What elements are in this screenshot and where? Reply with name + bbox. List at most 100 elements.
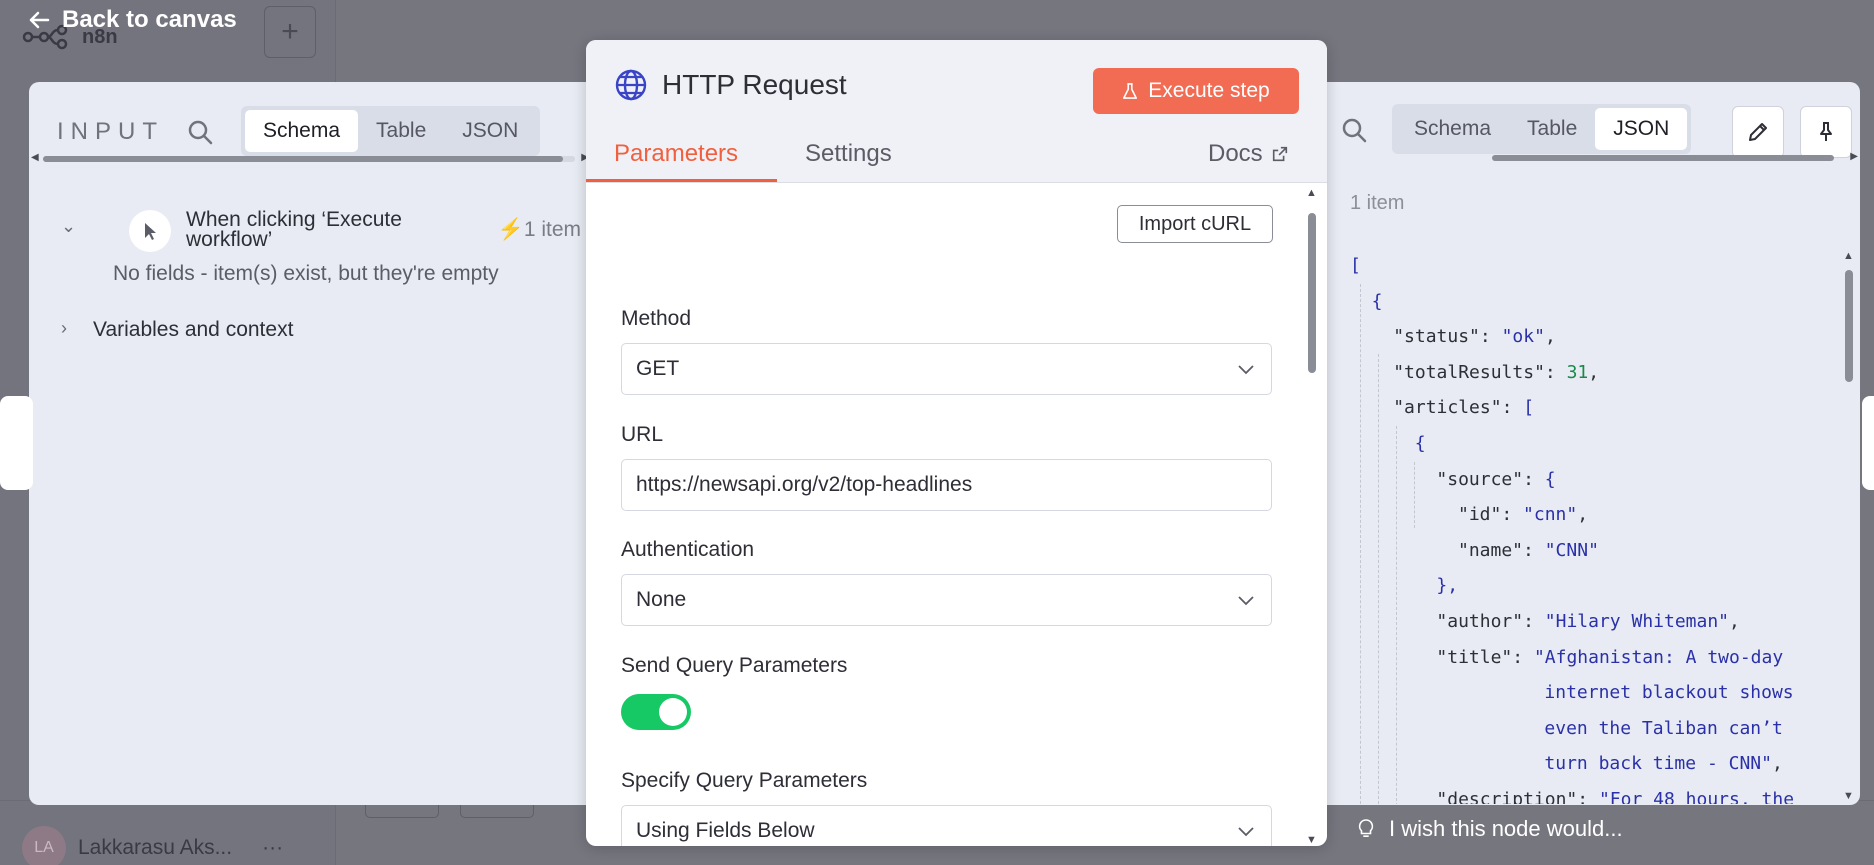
chevron-right-icon: › bbox=[61, 318, 67, 338]
json-string: "Hilary Whiteman" bbox=[1544, 610, 1730, 632]
method-label: Method bbox=[621, 307, 692, 330]
tab-table[interactable]: Table bbox=[1509, 108, 1595, 150]
output-item-count: 1 item bbox=[1350, 192, 1405, 214]
right-panel-handle[interactable] bbox=[1862, 396, 1874, 490]
variables-label: Variables and context bbox=[93, 318, 294, 341]
tab-schema[interactable]: Schema bbox=[245, 110, 359, 152]
execute-step-button[interactable]: Execute step bbox=[1093, 68, 1299, 114]
docs-link[interactable]: Docs bbox=[1208, 140, 1289, 168]
indent-guide bbox=[1396, 426, 1397, 804]
parameters-panel: Import cURL Method GET URL https://newsa… bbox=[586, 183, 1327, 846]
json-line: "title": "Afghanistan: A two-day bbox=[1350, 640, 1818, 676]
execute-step-label: Execute step bbox=[1148, 79, 1270, 102]
json-key: : bbox=[1523, 610, 1545, 632]
import-curl-button[interactable]: Import cURL bbox=[1117, 205, 1273, 243]
chevron-down-icon bbox=[1238, 596, 1254, 606]
output-horizontal-scrollbar[interactable]: ◀ ▶ bbox=[1270, 148, 1860, 166]
modal-header: HTTP Request Execute step Parameters Set… bbox=[586, 40, 1327, 183]
json-string: even the Taliban can’t bbox=[1544, 717, 1783, 739]
tab-schema[interactable]: Schema bbox=[1396, 108, 1509, 150]
scroll-thumb[interactable] bbox=[1845, 270, 1853, 382]
url-label: URL bbox=[621, 423, 664, 446]
tab-table[interactable]: Table bbox=[358, 110, 444, 152]
json-line: { bbox=[1350, 426, 1818, 462]
search-icon[interactable] bbox=[186, 118, 214, 146]
cursor-node-icon bbox=[129, 210, 171, 252]
user-name: Lakkarasu Aks... bbox=[78, 836, 233, 859]
json-output: [{"status": "ok", "totalResults": 31, "art… bbox=[1350, 248, 1818, 804]
json-bracket: { bbox=[1544, 468, 1556, 490]
method-select[interactable]: GET bbox=[621, 343, 1272, 395]
pencil-icon bbox=[1749, 123, 1767, 141]
url-input[interactable]: https://newsapi.org/v2/top-headlines bbox=[621, 459, 1272, 511]
json-key: "title" bbox=[1436, 646, 1513, 668]
json-line: [ bbox=[1350, 248, 1818, 284]
json-line: }, bbox=[1350, 568, 1818, 604]
json-key: "description" bbox=[1436, 788, 1578, 804]
input-node-row[interactable]: ⌄ When clicking ‘Execute workflow’ ⚡1 it… bbox=[61, 194, 591, 252]
authentication-value: None bbox=[636, 588, 687, 611]
chevron-down-icon bbox=[1238, 365, 1254, 375]
json-line: "articles": [ bbox=[1350, 390, 1818, 426]
modal-title-text: HTTP Request bbox=[662, 69, 847, 100]
tab-json[interactable]: JSON bbox=[444, 110, 536, 152]
user-menu[interactable]: LA Lakkarasu Aks... ··· bbox=[22, 826, 283, 865]
avatar: LA bbox=[22, 826, 66, 865]
tab-parameters[interactable]: Parameters bbox=[614, 140, 738, 168]
json-line: "author": "Hilary Whiteman", bbox=[1350, 604, 1818, 640]
indent-guide bbox=[1360, 284, 1361, 804]
json-string: "ok" bbox=[1501, 326, 1545, 348]
chevron-down-icon bbox=[1238, 827, 1254, 837]
json-number: 31 bbox=[1566, 361, 1589, 383]
url-value: https://newsapi.org/v2/top-headlines bbox=[636, 473, 973, 496]
scroll-up-arrow-icon[interactable]: ▲ bbox=[1306, 187, 1317, 199]
json-key: , bbox=[1588, 361, 1600, 383]
scroll-left-arrow-icon[interactable]: ◀ bbox=[31, 152, 39, 163]
external-link-icon bbox=[1272, 146, 1287, 162]
json-bracket: { bbox=[1414, 432, 1426, 454]
specify-query-select[interactable]: Using Fields Below bbox=[621, 805, 1272, 846]
active-tab-underline bbox=[586, 179, 777, 182]
input-horizontal-scrollbar[interactable]: ◀ ▶ bbox=[29, 149, 589, 167]
tab-json[interactable]: JSON bbox=[1595, 108, 1688, 150]
json-key: : bbox=[1523, 539, 1545, 561]
method-value: GET bbox=[636, 357, 680, 380]
indent-guide bbox=[1414, 462, 1415, 528]
scroll-right-arrow-icon[interactable]: ▶ bbox=[1850, 151, 1858, 162]
json-line: internet blackout shows bbox=[1350, 675, 1818, 711]
scroll-up-arrow-icon[interactable]: ▲ bbox=[1843, 250, 1854, 262]
toggle-knob bbox=[659, 698, 687, 726]
left-panel-handle[interactable] bbox=[0, 396, 33, 490]
json-string: internet blackout shows bbox=[1544, 682, 1794, 704]
json-key: "status" bbox=[1393, 326, 1480, 348]
json-line: "status": "ok", bbox=[1350, 319, 1818, 355]
feedback-link[interactable]: I wish this node would... bbox=[1357, 816, 1623, 842]
scroll-thumb[interactable] bbox=[1308, 213, 1316, 373]
user-menu-dots-icon[interactable]: ··· bbox=[262, 836, 283, 860]
add-button[interactable]: + bbox=[264, 6, 316, 58]
scroll-down-arrow-icon[interactable]: ▼ bbox=[1843, 790, 1854, 802]
scroll-thumb[interactable] bbox=[1492, 155, 1834, 161]
indent-guide bbox=[1378, 354, 1379, 804]
output-vertical-scrollbar[interactable]: ▲ ▼ bbox=[1840, 250, 1856, 802]
json-line: "id": "cnn", bbox=[1350, 497, 1818, 533]
lightning-icon: ⚡ bbox=[497, 218, 524, 241]
send-query-toggle[interactable] bbox=[621, 694, 691, 730]
chevron-down-icon[interactable]: ⌄ bbox=[61, 216, 76, 237]
search-icon[interactable] bbox=[1340, 116, 1368, 144]
scroll-down-arrow-icon[interactable]: ▼ bbox=[1306, 834, 1317, 846]
send-query-label: Send Query Parameters bbox=[621, 654, 848, 677]
back-to-canvas-button[interactable]: Back to canvas bbox=[28, 6, 237, 34]
json-key: : bbox=[1501, 397, 1524, 419]
json-string: "CNN" bbox=[1544, 539, 1599, 561]
authentication-select[interactable]: None bbox=[621, 574, 1272, 626]
scroll-thumb[interactable] bbox=[43, 156, 563, 162]
tab-settings[interactable]: Settings bbox=[805, 140, 892, 168]
json-string: turn back time - CNN" bbox=[1544, 753, 1772, 775]
parameters-vertical-scrollbar[interactable]: ▲ ▼ bbox=[1303, 183, 1321, 846]
json-key: "source" bbox=[1436, 468, 1524, 490]
json-string: "cnn" bbox=[1523, 504, 1578, 526]
json-bracket: { bbox=[1371, 290, 1383, 312]
lightbulb-icon bbox=[1358, 819, 1374, 838]
input-panel-title: INPUT bbox=[57, 118, 164, 145]
